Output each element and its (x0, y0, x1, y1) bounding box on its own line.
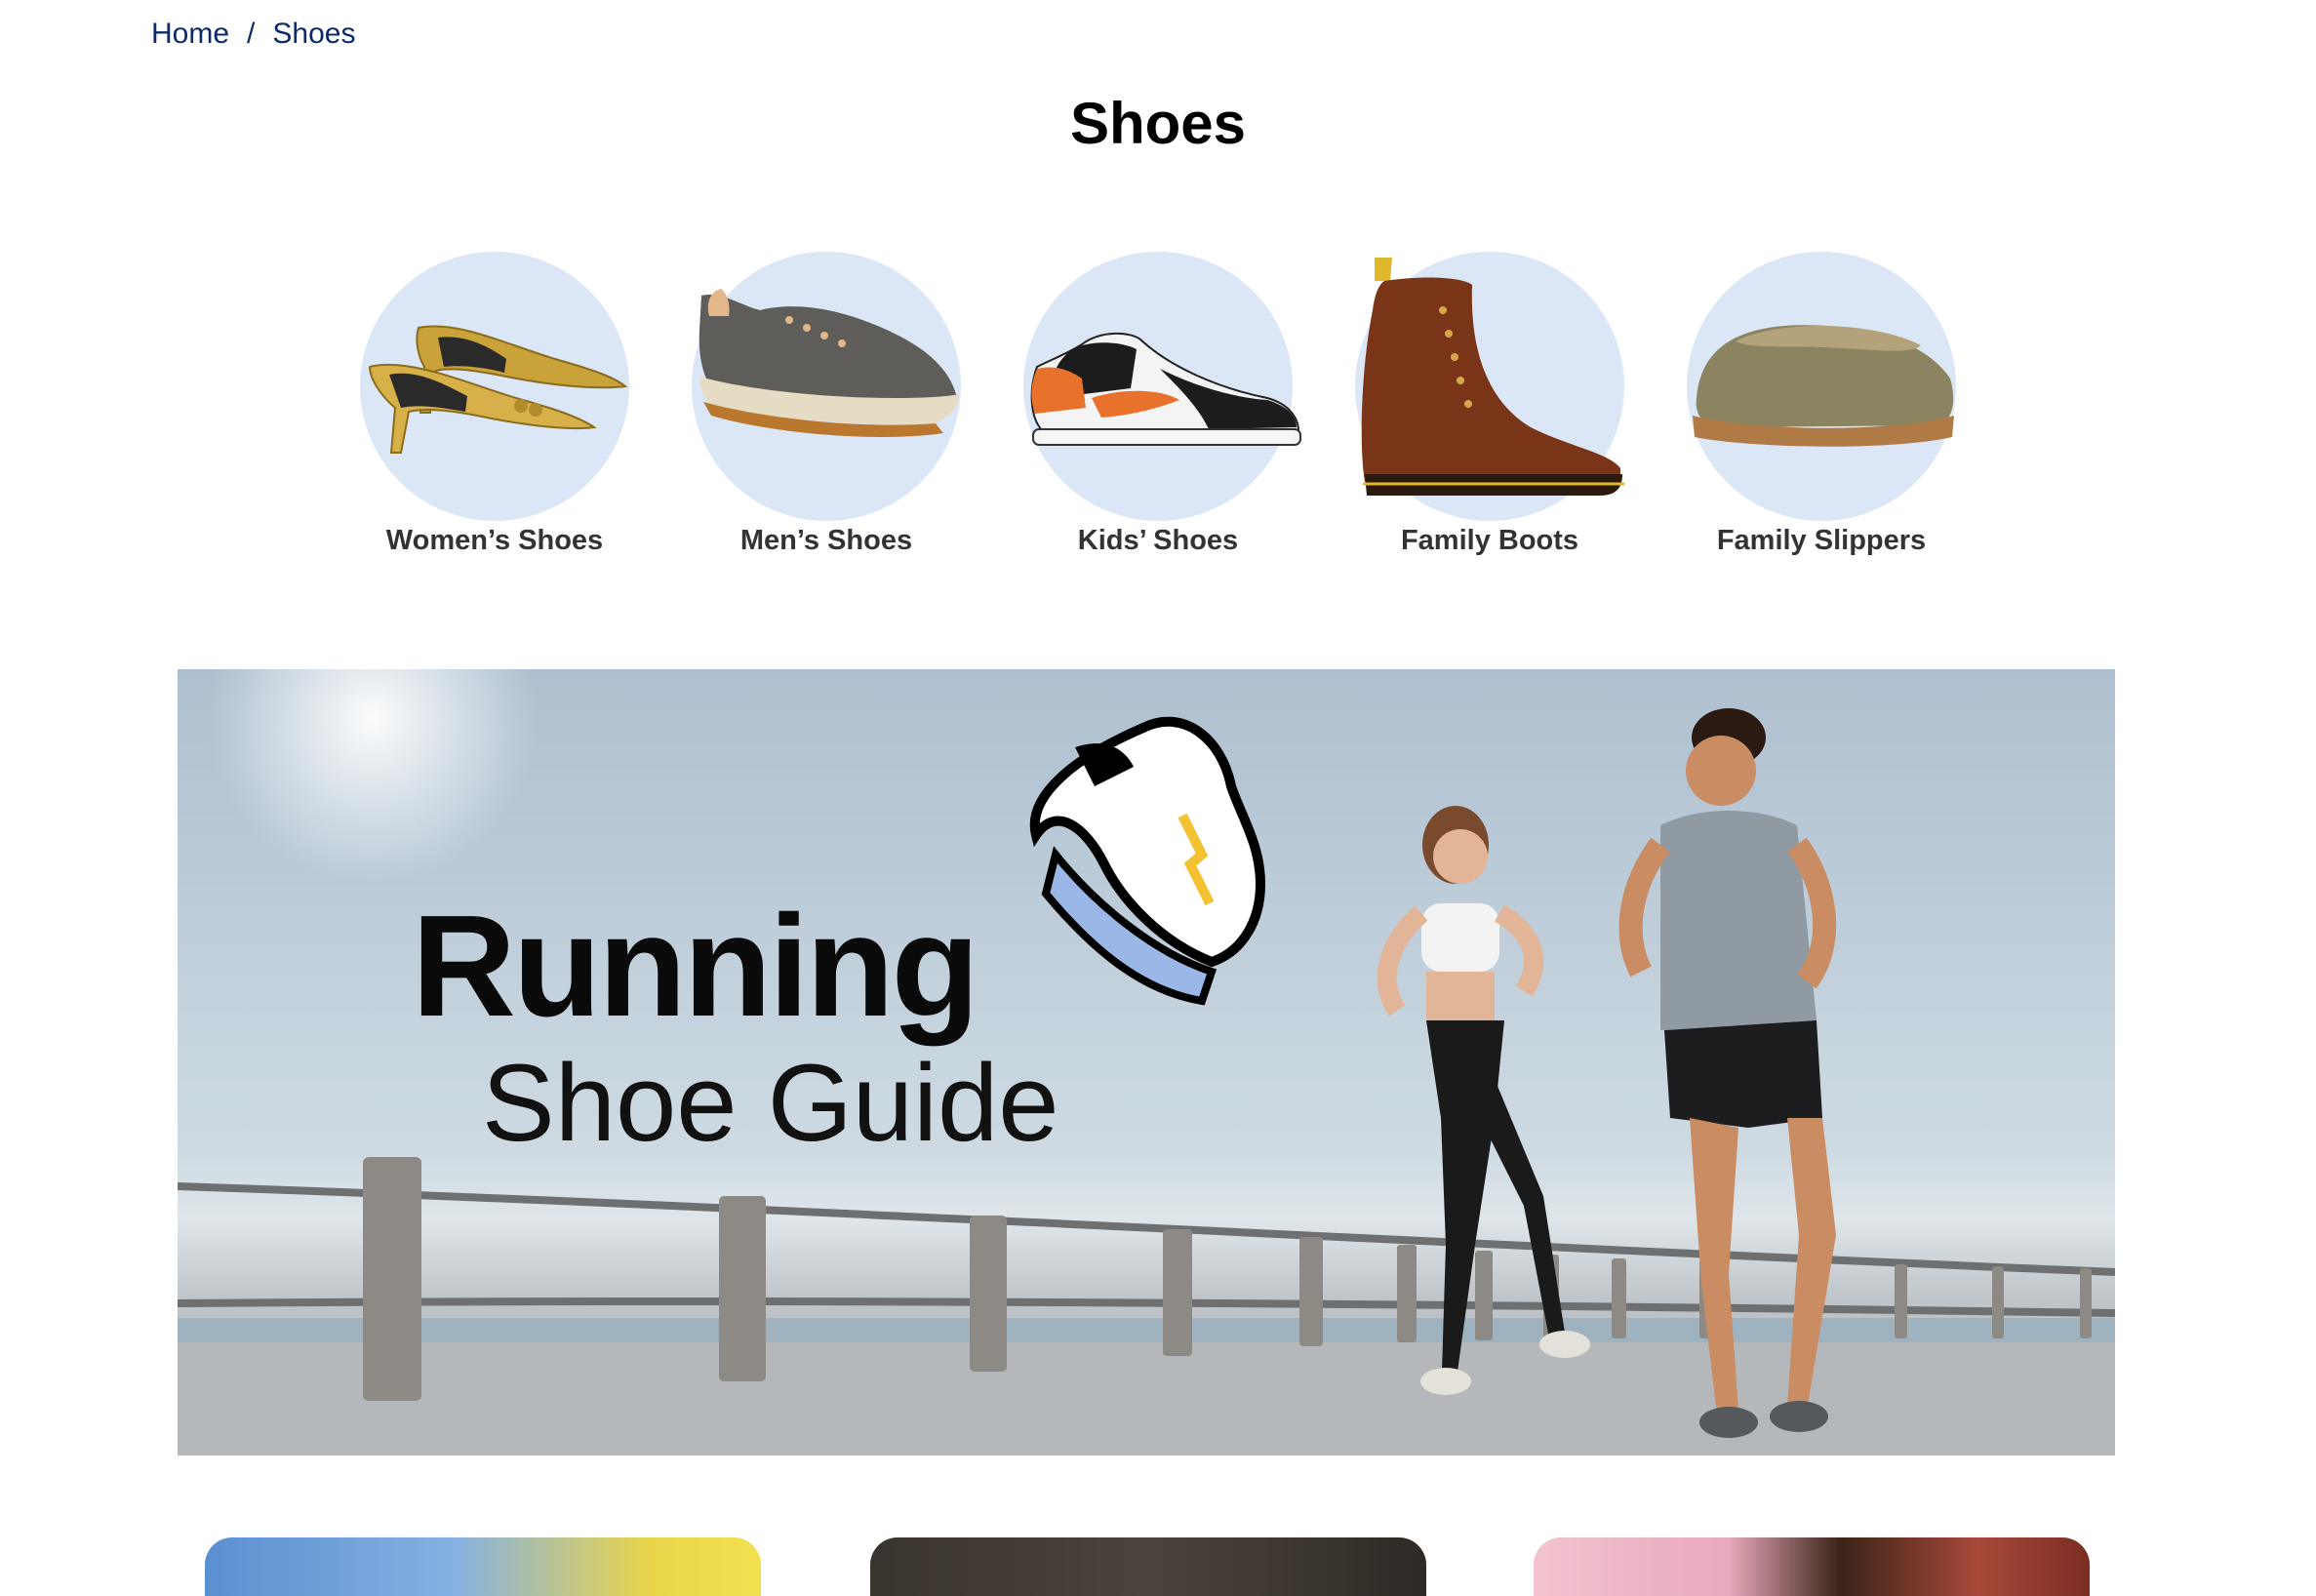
breadcrumb-shoes-link[interactable]: Shoes (272, 18, 355, 51)
category-label: Kids’ Shoes (1077, 525, 1239, 556)
category-label: Men’s Shoes (739, 525, 913, 556)
category-circle (360, 252, 629, 521)
category-womens-shoes[interactable]: Women’s Shoes (343, 252, 646, 557)
hero-title-shoe-guide: Shoe Guide (482, 1042, 1059, 1164)
hero-title-running: Running (412, 886, 979, 1047)
category-row: Women’s Shoes Men’s Shoes Kids’ Shoes Fa… (343, 252, 1956, 564)
category-label: Family Boots (1400, 525, 1579, 556)
gray-sneaker-icon (699, 289, 959, 437)
promo-card-2[interactable] (870, 1537, 1426, 1596)
hero-scene-illustration (178, 669, 2115, 1456)
breadcrumb-separator: / (247, 18, 256, 50)
category-circle (1687, 252, 1956, 521)
category-family-slippers[interactable]: Family Slippers (1670, 252, 1973, 557)
promo-card-1[interactable] (205, 1537, 761, 1596)
orange-high-top-sneaker-icon (1030, 332, 1301, 446)
category-circle (1355, 252, 1624, 521)
category-kids-shoes[interactable]: Kids’ Shoes (1007, 252, 1309, 557)
gold-kitten-heel-mule-icon (368, 325, 628, 454)
category-label: Family Slippers (1716, 525, 1927, 556)
category-mens-shoes[interactable]: Men’s Shoes (675, 252, 978, 557)
brown-lace-up-boot-icon (1361, 258, 1624, 496)
running-shoe-guide-banner[interactable]: Running Shoe Guide (178, 669, 2115, 1456)
page-title: Shoes (1069, 91, 1247, 156)
category-circle (1023, 252, 1301, 521)
tan-clog-slipper-icon (1693, 325, 1954, 447)
breadcrumb-home-link[interactable]: Home (151, 18, 229, 51)
category-family-boots[interactable]: Family Boots (1338, 252, 1641, 557)
category-label: Women’s Shoes (385, 525, 604, 556)
breadcrumb: Home / Shoes (151, 18, 355, 51)
category-circle (692, 252, 961, 521)
promo-card-3[interactable] (1534, 1537, 2090, 1596)
